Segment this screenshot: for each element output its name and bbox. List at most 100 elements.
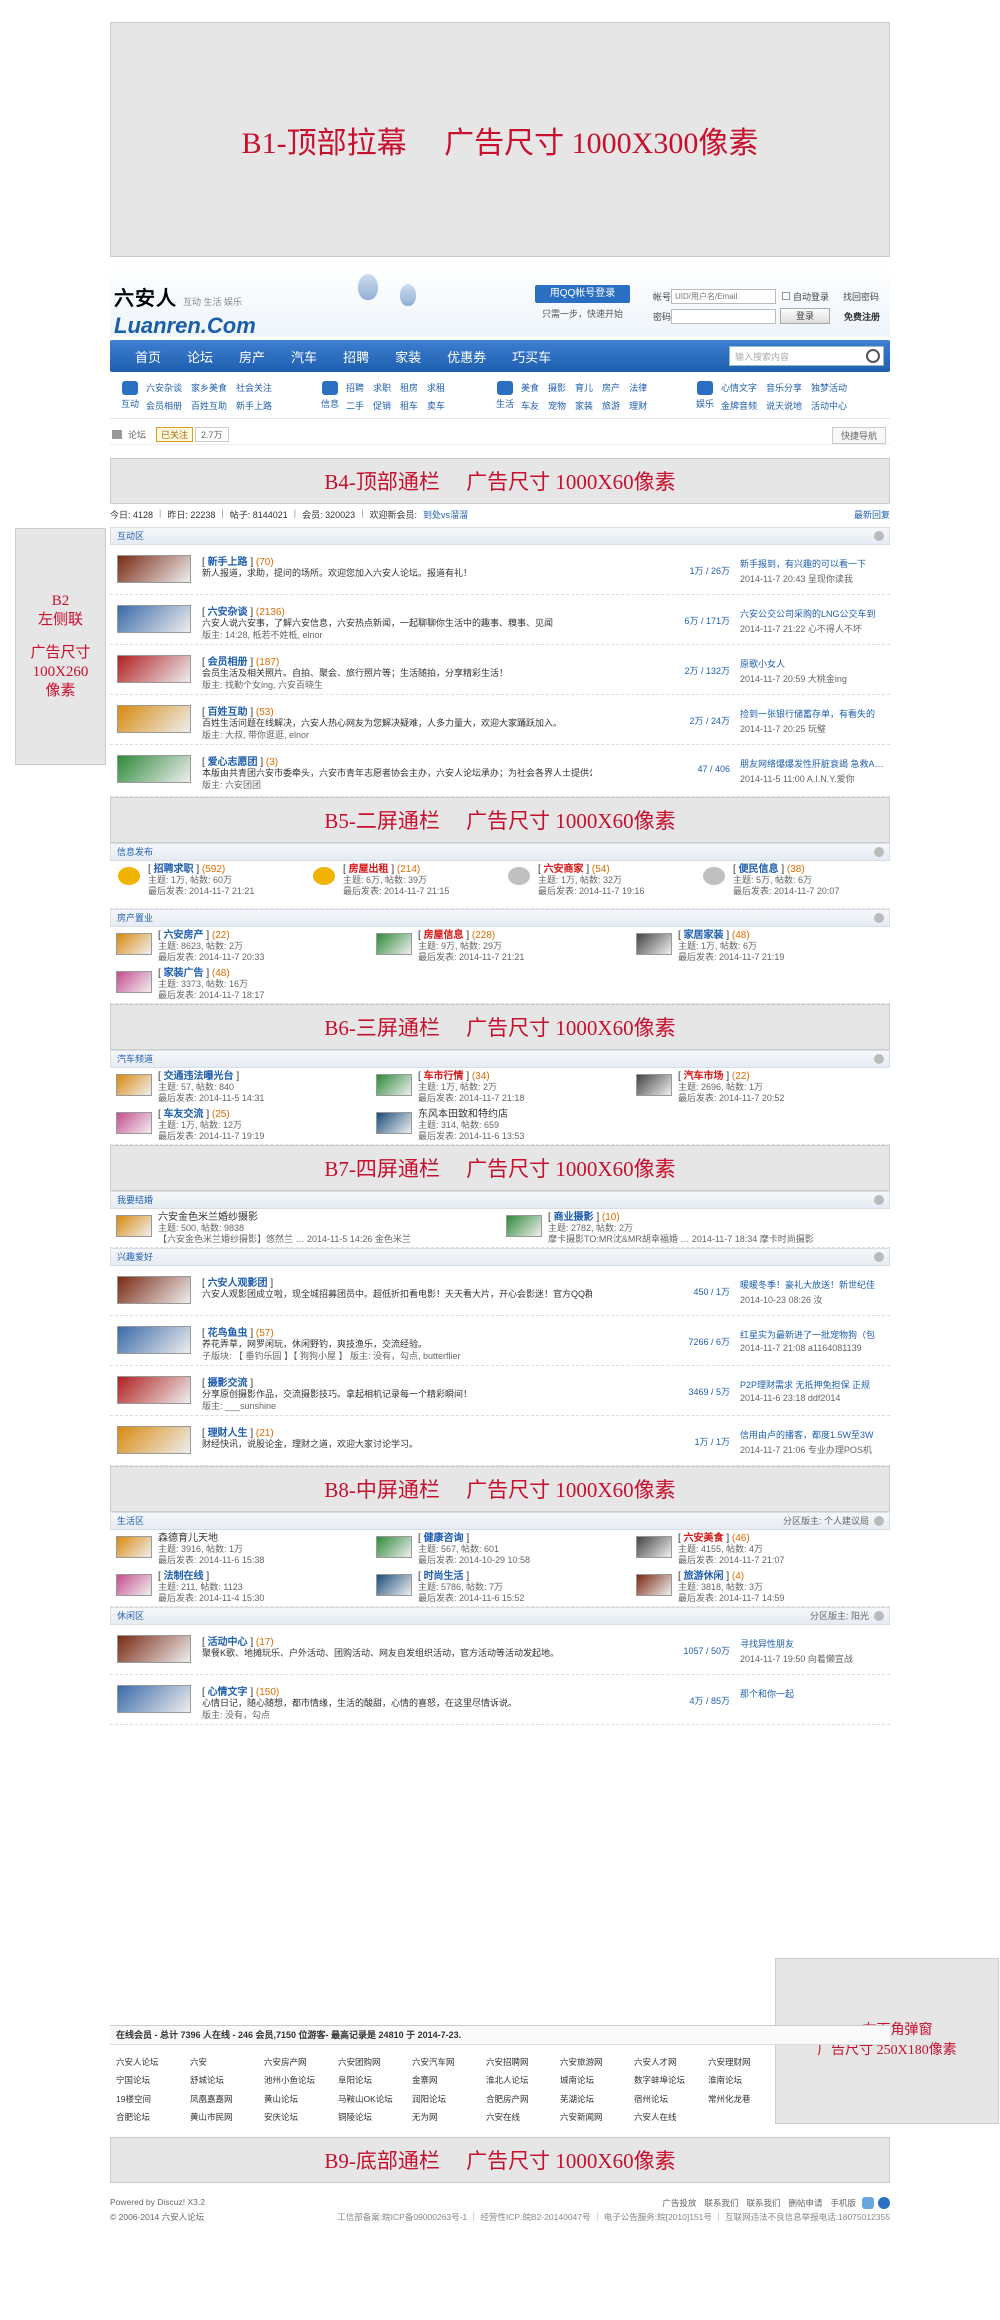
friend-link[interactable]: 润阳论坛: [412, 2093, 486, 2109]
forum-cell[interactable]: 东风本田致和特约店 主题: 314, 帖数: 659 最后发表: 2014-11-6…: [370, 1106, 630, 1144]
forum-last-post[interactable]: 最后发表: 2014-11-7 19:16: [538, 886, 644, 897]
friend-link[interactable]: 合肥论坛: [116, 2111, 190, 2127]
forum-last-post[interactable]: 最后发表: 2014-11-7 21:19: [678, 952, 784, 963]
friend-link[interactable]: 六安理财网: [708, 2056, 782, 2072]
forum-last-post[interactable]: 最后发表: 2014-10-29 10:58: [418, 1555, 530, 1566]
subnav-link[interactable]: 旅游: [602, 399, 620, 412]
subnav-link[interactable]: 卖车: [427, 399, 445, 412]
forum-thumbnail[interactable]: [116, 971, 152, 993]
subnav-link[interactable]: 百姓互助: [191, 399, 227, 412]
forum-cell[interactable]: [ 招聘求职 ] (592) 主题: 1万, 帖数: 60万 最后发表: 2014-…: [110, 861, 305, 899]
subnav-link[interactable]: 育儿: [575, 381, 593, 394]
friend-link[interactable]: 淮南论坛: [708, 2074, 782, 2090]
subnav-link[interactable]: 活动中心: [811, 399, 847, 412]
friend-link[interactable]: 芜湖论坛: [560, 2093, 634, 2109]
subnav-link[interactable]: 二手: [346, 399, 364, 412]
subnav-link[interactable]: 租房: [400, 381, 418, 394]
subnav-link[interactable]: 摄影: [548, 381, 566, 394]
forum-last-post[interactable]: 最后发表: 2014-11-5 14:31: [158, 1093, 264, 1104]
collapse-icon[interactable]: [874, 1611, 884, 1621]
forum-thumbnail[interactable]: [116, 1536, 152, 1558]
forum-thumbnail[interactable]: [636, 1574, 672, 1596]
forum-title[interactable]: [ 房屋出租 ] (214): [343, 864, 449, 875]
last-post-title[interactable]: 寻找异性朋友: [740, 1637, 888, 1650]
nav-item-buycar[interactable]: 巧买车: [499, 347, 564, 366]
nav-item-car[interactable]: 汽车: [278, 347, 330, 366]
register-link[interactable]: 免费注册: [844, 310, 880, 323]
forum-last-post[interactable]: 暖暖冬季！豪礼大放送！新世纪佳 2014-10-23 08:26 汝: [740, 1278, 888, 1306]
nav-item-forum[interactable]: 论坛: [174, 347, 226, 366]
nav-item-jobs[interactable]: 招聘: [330, 347, 382, 366]
forum-row[interactable]: [ 六安杂谈 ] (2136) 六安人说六安事，了解六安信息，六安热点新闻，一起聊…: [110, 595, 890, 645]
forum-row[interactable]: [ 花鸟鱼虫 ] (57) 养花弄草，网罗闲玩，休闲野钓，爽技渔乐，交流经验。 子版…: [110, 1316, 890, 1366]
search-icon[interactable]: [866, 349, 880, 363]
last-post-title[interactable]: 原歌小女人: [740, 657, 888, 670]
forum-thumbnail[interactable]: [116, 1112, 152, 1134]
friend-link[interactable]: 铜陵论坛: [338, 2111, 412, 2127]
forum-name[interactable]: 六安金色米兰婚纱摄影: [158, 1212, 258, 1223]
forum-thumbnail[interactable]: [117, 1326, 191, 1354]
subnav-link[interactable]: 求职: [373, 381, 391, 394]
subnav-link[interactable]: 求租: [427, 381, 445, 394]
collapse-icon[interactable]: [874, 1054, 884, 1064]
friend-link[interactable]: 六安房产网: [264, 2056, 338, 2072]
subnav-link[interactable]: 宠物: [548, 399, 566, 412]
forum-thumbnail[interactable]: [636, 1536, 672, 1558]
ad-banner-b4[interactable]: B4-顶部通栏 广告尺寸 1000X60像素: [110, 458, 890, 504]
forum-thumbnail[interactable]: [376, 1112, 412, 1134]
forum-row[interactable]: [ 摄影交流 ] 分享原创摄影作品，交流摄影技巧。拿起相机记录每一个精彩瞬间！版…: [110, 1366, 890, 1416]
forum-last-post[interactable]: 最后发表: 2014-11-7 21:21: [148, 886, 254, 897]
footer-link[interactable]: 手机版: [830, 2197, 856, 2209]
forum-cell[interactable]: [ 车友交流 ] (25) 主题: 1万, 帖数: 12万 最后发表: 2014-1…: [110, 1106, 370, 1144]
forum-title[interactable]: [ 家居家装 ] (48): [678, 930, 784, 941]
forum-last-post[interactable]: 六安公交公司采购的LNG公交车到 2014-11-7 21:22 心不得人不坏: [740, 607, 888, 635]
friend-link[interactable]: 金寨网: [412, 2074, 486, 2090]
forum-cell[interactable]: [ 时尚生活 ] 主题: 5786, 帖数: 7万 最后发表: 2014-11-6…: [370, 1568, 630, 1606]
forum-last-post[interactable]: 寻找异性朋友 2014-11-7 19:50 向着懒宣战: [740, 1637, 888, 1665]
friend-link[interactable]: 六安在线: [486, 2111, 560, 2127]
forum-cell[interactable]: [ 家居家装 ] (48) 主题: 1万, 帖数: 6万 最后发表: 2014-11…: [630, 927, 890, 965]
forum-title[interactable]: [ 汽车市场 ] (22): [678, 1071, 784, 1082]
collapse-icon[interactable]: [874, 1516, 884, 1526]
friend-link[interactable]: 合肥房产网: [486, 2093, 560, 2109]
forum-row[interactable]: [ 心情文字 ] (150) 心情日记，随心随想，都市情缘，生活的酸甜，心情的喜怒…: [110, 1675, 890, 1725]
home-icon[interactable]: [112, 430, 122, 439]
friend-link[interactable]: 19楼空间: [116, 2093, 190, 2109]
last-post-title[interactable]: 红星实为最新进了一批宠物狗（包: [740, 1328, 888, 1341]
forum-name[interactable]: 交通违法曝光台: [164, 1071, 234, 1082]
forum-name[interactable]: 森德育儿天地: [158, 1533, 218, 1544]
footer-link[interactable]: 广告投放: [662, 2197, 696, 2209]
login-button[interactable]: 登录: [780, 308, 830, 324]
forum-title[interactable]: [ 家装广告 ] (48): [158, 968, 264, 979]
forum-row[interactable]: [ 六安人观影团 ] 六安人观影团成立啦，现全城招募团员中。超低折扣看电影！天天…: [110, 1266, 890, 1316]
forum-row[interactable]: [ 爱心志愿团 ] (3) 本版由共青团六安市委牵头，六安市青年志愿者协会主办，六…: [110, 745, 890, 797]
forum-last-post[interactable]: 最后发表: 2014-11-7 21:18: [418, 1093, 524, 1104]
friend-link[interactable]: 宿州论坛: [634, 2093, 708, 2109]
qq-login-button[interactable]: 用QQ帐号登录: [535, 285, 630, 303]
ad-left-couplet[interactable]: B2 左侧联 广告尺寸 100X260 像素: [15, 528, 106, 765]
forum-title[interactable]: 森德育儿天地: [158, 1533, 264, 1544]
forum-thumbnail[interactable]: [116, 933, 152, 955]
forum-name[interactable]: 房屋信息: [424, 930, 464, 941]
forum-cell[interactable]: [ 健康咨询 ] 主题: 567, 帖数: 601 最后发表: 2014-10-2…: [370, 1530, 630, 1568]
site-logo[interactable]: 六安人 互动 生活 娱乐 Luanren.Com: [114, 282, 256, 339]
friend-link[interactable]: 六安人在线: [634, 2111, 708, 2127]
forum-cell[interactable]: [ 房屋信息 ] (228) 主题: 9万, 帖数: 29万 最后发表: 2014-…: [370, 927, 630, 965]
ad-banner-b5[interactable]: B5-二屏通栏 广告尺寸 1000X60像素: [110, 797, 890, 843]
last-post-title[interactable]: 捡到一张银行储蓄存单，有看失的: [740, 707, 888, 720]
friend-link[interactable]: 淮北人论坛: [486, 2074, 560, 2090]
forum-row[interactable]: [ 百姓互助 ] (53) 百姓生活问题在线解决，六安人热心网友为您解决疑难，人多…: [110, 695, 890, 745]
forum-last-post[interactable]: 最后发表: 2014-11-7 14:59: [678, 1593, 784, 1604]
forum-thumbnail[interactable]: [376, 933, 412, 955]
forum-title[interactable]: [ 法制在线 ]: [158, 1571, 264, 1582]
forum-thumbnail[interactable]: [117, 1635, 191, 1663]
forum-thumbnail[interactable]: [117, 555, 191, 583]
forum-thumbnail[interactable]: [376, 1536, 412, 1558]
forum-cell[interactable]: [ 六安房产 ] (22) 主题: 8623, 帖数: 2万 最后发表: 2014-…: [110, 927, 370, 965]
forum-last-post[interactable]: P2P理财需求 无抵押免担保 正规 2014-11-6 23:18 ddf2014: [740, 1378, 888, 1403]
subnav-link[interactable]: 心情文字: [721, 381, 757, 394]
forum-last-post[interactable]: 那个和你一起: [740, 1687, 888, 1700]
nav-item-home[interactable]: 首页: [122, 347, 174, 366]
subnav-link[interactable]: 房产: [602, 381, 620, 394]
latest-replies-link[interactable]: 最新回复: [854, 508, 890, 521]
